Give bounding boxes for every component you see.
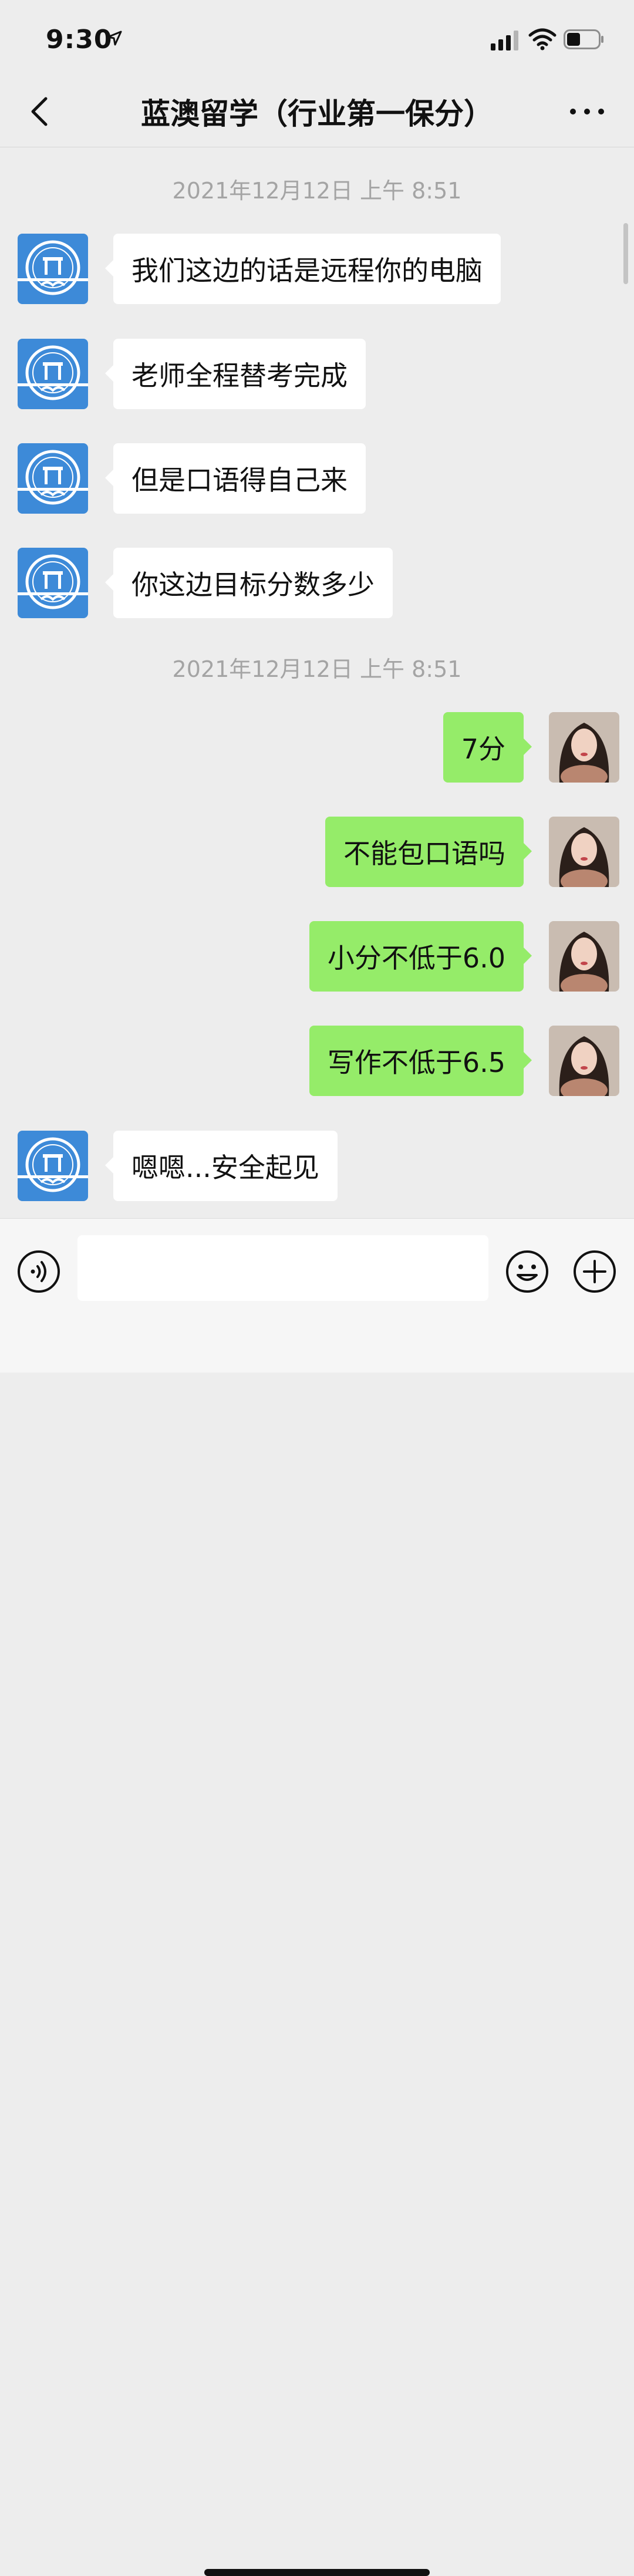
wifi-icon (528, 28, 557, 50)
contact-avatar[interactable] (18, 1131, 88, 1201)
status-time: 9:30 (46, 25, 113, 55)
user-avatar[interactable] (549, 712, 619, 783)
home-indicator (204, 2569, 430, 2576)
message-bubble-incoming[interactable]: 老师全程替考完成 (105, 339, 366, 409)
contact-avatar[interactable] (18, 234, 88, 304)
signal-icon (491, 31, 518, 50)
more-icon (570, 109, 604, 114)
message-timestamp: 2021年12月12日 上午 8:51 (172, 656, 462, 682)
message-row-outgoing: 不能包口语吗 (0, 817, 634, 887)
message-bubble-incoming[interactable]: 我们这边的话是远程你的电脑 (105, 234, 501, 304)
input-bar (0, 1218, 634, 2576)
status-bar: 9:30 (0, 0, 634, 76)
message-row-incoming: 老师全程替考完成 (0, 339, 634, 409)
message-row-incoming: 你这边目标分数多少 (0, 548, 634, 618)
voice-icon (18, 1250, 60, 1293)
user-avatar[interactable] (549, 921, 619, 992)
location-arrow-icon (107, 31, 122, 46)
contact-avatar[interactable] (18, 339, 88, 409)
message-bubble-incoming[interactable]: 你这边目标分数多少 (105, 548, 393, 618)
message-timestamp: 2021年12月12日 上午 8:51 (172, 178, 462, 204)
more-button[interactable] (564, 94, 611, 129)
emoji-icon (506, 1250, 548, 1293)
more-functions-button[interactable] (572, 1249, 617, 1294)
message-row-outgoing: 小分不低于6.0 (0, 921, 634, 992)
message-row-incoming: 我们这边的话是远程你的电脑 (0, 234, 634, 304)
battery-icon (564, 29, 603, 49)
message-row-outgoing: 写作不低于6.5 (0, 1026, 634, 1096)
message-bubble-outgoing[interactable]: 写作不低于6.5 (309, 1026, 532, 1096)
message-bubble-outgoing[interactable]: 不能包口语吗 (325, 817, 532, 887)
plus-icon (574, 1250, 616, 1293)
message-row-incoming: 但是口语得自己来 (0, 443, 634, 514)
message-bubble-outgoing[interactable]: 小分不低于6.0 (309, 921, 532, 992)
contact-avatar[interactable] (18, 548, 88, 618)
voice-button[interactable] (16, 1249, 61, 1294)
message-row-outgoing: 7分 (0, 712, 634, 783)
message-row-incoming: 嗯嗯...安全起见 (0, 1131, 634, 1201)
scrollbar[interactable] (623, 223, 628, 284)
chat-title: 蓝澳留学（行业第一保分） (141, 97, 493, 131)
message-bubble-incoming[interactable]: 嗯嗯...安全起见 (105, 1131, 338, 1201)
emoji-button[interactable] (505, 1249, 549, 1294)
message-bubble-incoming[interactable]: 但是口语得自己来 (105, 443, 366, 514)
contact-avatar[interactable] (18, 443, 88, 514)
message-input[interactable] (77, 1235, 488, 1301)
user-avatar[interactable] (549, 817, 619, 887)
message-bubble-outgoing[interactable]: 7分 (443, 712, 532, 783)
user-avatar[interactable] (549, 1026, 619, 1096)
nav-bar: 蓝澳留学（行业第一保分） (0, 76, 634, 147)
